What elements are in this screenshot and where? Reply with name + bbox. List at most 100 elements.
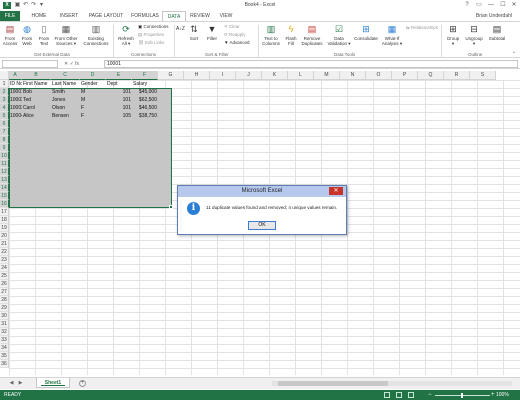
row-header-26[interactable]: 26 [0,280,9,288]
what-if-analysis-button[interactable]: ▦ What-If Analysis ▾ [380,24,404,46]
column-header-p[interactable]: P [392,71,418,80]
table-cell[interactable]: F [80,104,106,112]
table-cell[interactable]: 10004 [9,112,22,120]
row-header-21[interactable]: 21 [0,240,9,248]
page-break-view-icon[interactable] [408,392,414,398]
help-button[interactable]: ? [462,1,472,9]
row-header-35[interactable]: 35 [0,352,9,360]
text-to-columns-button[interactable]: ▥ Text to Columns [260,24,282,46]
formula-input[interactable]: 10001 [104,60,518,68]
remove-duplicates-button[interactable]: ▤ Remove Duplicates [300,24,324,46]
tab-review[interactable]: REVIEW [186,11,214,21]
zoom-slider-thumb[interactable] [461,393,463,398]
zoom-out-button[interactable]: − [428,390,432,400]
column-header-i[interactable]: I [210,71,236,80]
table-cell[interactable]: 10002 [9,96,22,104]
clear-filter-button[interactable]: ✕ Clear [224,24,240,30]
horizontal-scrollbar[interactable] [272,381,512,386]
tab-insert[interactable]: INSERT [54,11,84,21]
scrollbar-thumb[interactable] [278,381,388,386]
column-header-g[interactable]: G [158,71,184,80]
table-cell[interactable]: 101 [106,104,132,112]
column-header-c[interactable]: C [51,71,80,80]
normal-view-icon[interactable] [384,392,390,398]
row-header-33[interactable]: 33 [0,336,9,344]
properties-button[interactable]: ▤ Properties [138,32,164,38]
from-text-button[interactable]: ▯ From Text [36,24,52,46]
column-header-e[interactable]: E [106,71,132,80]
tab-data[interactable]: DATA [162,11,186,21]
page-layout-view-icon[interactable] [396,392,402,398]
row-header-23[interactable]: 23 [0,256,9,264]
tab-home[interactable]: HOME [24,11,54,21]
table-cell[interactable]: Alice [22,112,51,120]
row-header-10[interactable]: 10 [0,152,9,160]
column-header-q[interactable]: Q [418,71,444,80]
prev-sheet-icon[interactable]: ◀ [8,380,15,387]
ungroup-button[interactable]: ⊟ Ungroup ▾ [463,24,485,46]
advanced-filter-button[interactable]: ▼ Advanced [224,40,249,46]
row-header-16[interactable]: 16 [0,200,9,208]
column-header-l[interactable]: L [288,71,314,80]
zoom-level[interactable]: 100% [496,390,509,400]
column-header-n[interactable]: N [340,71,366,80]
table-cell[interactable]: Ted [22,96,51,104]
column-title-cell[interactable]: Gender [80,80,106,88]
table-cell[interactable]: $62,500 [132,96,158,104]
consolidate-button[interactable]: ⊞ Consolidate [352,24,380,41]
reapply-button[interactable]: ⟳ Reapply [224,32,246,38]
row-header-36[interactable]: 36 [0,360,9,368]
zoom-in-button[interactable]: + [491,390,495,400]
column-header-r[interactable]: R [444,71,470,80]
group-button[interactable]: ⊞ Group ▾ [444,24,462,46]
user-account[interactable]: Brian Underdahl [476,11,512,21]
column-header-j[interactable]: J [236,71,262,80]
new-sheet-button[interactable]: + [79,380,86,387]
row-header-6[interactable]: 6 [0,120,9,128]
row-header-27[interactable]: 27 [0,288,9,296]
refresh-all-button[interactable]: ⟳ Refresh All ▾ [116,24,136,46]
tab-formulas[interactable]: FORMULAS [128,11,162,21]
minimize-button[interactable]: — [486,1,496,9]
column-header-k[interactable]: K [262,71,288,80]
table-cell[interactable]: Jones [51,96,80,104]
tab-page-layout[interactable]: PAGE LAYOUT [84,11,128,21]
close-button[interactable]: ✕ [509,1,519,9]
column-header-b[interactable]: B [22,71,51,80]
row-header-25[interactable]: 25 [0,272,9,280]
table-cell[interactable]: Bob [22,88,51,96]
row-header-28[interactable]: 28 [0,296,9,304]
table-cell[interactable]: 105 [106,112,132,120]
table-cell[interactable]: 10003 [9,104,22,112]
column-header-f[interactable]: F [132,71,158,80]
table-cell[interactable]: $46,500 [132,104,158,112]
formula-buttons[interactable]: ✕ ✓ fx [64,60,104,68]
row-header-13[interactable]: 13 [0,176,9,184]
edit-links-button[interactable]: ⛓ Edit Links [138,40,164,46]
column-header-d[interactable]: D [80,71,106,80]
row-header-32[interactable]: 32 [0,328,9,336]
select-all-button[interactable] [0,71,9,80]
column-header-o[interactable]: O [366,71,392,80]
row-header-30[interactable]: 30 [0,312,9,320]
table-cell[interactable]: $38,750 [132,112,158,120]
row-header-24[interactable]: 24 [0,264,9,272]
row-header-34[interactable]: 34 [0,344,9,352]
table-cell[interactable]: M [80,96,106,104]
sort-button[interactable]: ⇅ Sort [186,24,202,41]
table-cell[interactable]: 10001 [9,88,22,96]
row-header-9[interactable]: 9 [0,144,9,152]
row-header-12[interactable]: 12 [0,168,9,176]
row-header-29[interactable]: 29 [0,304,9,312]
row-header-19[interactable]: 19 [0,224,9,232]
ok-button[interactable]: OK [248,221,276,230]
ribbon-display-options-button[interactable]: ▭ [474,1,484,9]
table-cell[interactable]: 101 [106,88,132,96]
row-header-14[interactable]: 14 [0,184,9,192]
row-header-3[interactable]: 3 [0,96,9,104]
row-header-17[interactable]: 17 [0,208,9,216]
column-header-h[interactable]: H [184,71,210,80]
table-cell[interactable]: Bensen [51,112,80,120]
from-web-button[interactable]: ◍ From Web [19,24,35,46]
name-box[interactable] [2,60,58,68]
